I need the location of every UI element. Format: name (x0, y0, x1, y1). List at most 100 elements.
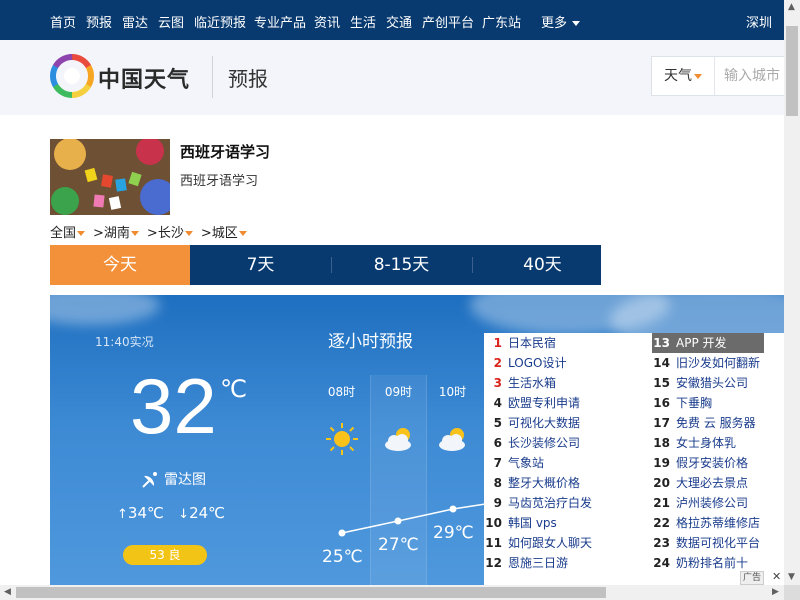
page-title: 预报 (228, 67, 268, 91)
ranked-link-item[interactable]: 5 可视化大数据 (484, 413, 644, 433)
ranked-link-item[interactable]: 13 APP 开发 (652, 333, 764, 353)
rank-number: 13 (653, 336, 670, 350)
ranked-link-item[interactable]: 10 韩国 vps (484, 513, 644, 533)
nav-item-traffic[interactable]: 交通 (386, 12, 412, 31)
ad-label: 广告 (740, 571, 765, 585)
rank-number: 7 (493, 456, 502, 470)
chevron-down-icon (184, 231, 193, 236)
ad-description[interactable]: 西班牙语学习 (180, 170, 258, 189)
temperature-point (394, 517, 402, 525)
vertical-scroll-thumb[interactable] (786, 26, 798, 116)
nav-item-life[interactable]: 生活 (350, 12, 376, 31)
scroll-right-arrow-icon[interactable]: ▶ (772, 588, 779, 597)
rank-link-text: 泸州装修公司 (676, 496, 749, 510)
logo-text[interactable]: 中国天气 (98, 62, 190, 94)
rank-link-text: 格拉苏蒂维修店 (676, 516, 761, 530)
rank-link-text: 假牙安装价格 (676, 456, 749, 470)
ad-thumbnail-image[interactable] (50, 139, 170, 215)
nav-item-radar[interactable]: 雷达 (122, 12, 148, 31)
nav-item-products[interactable]: 专业产品 (254, 12, 306, 31)
nav-item-guangdong[interactable]: 广东站 (482, 12, 521, 31)
breadcrumb-district[interactable]: >城区 (201, 222, 247, 241)
top-nav: 首页 预报 雷达 云图 临近预报 专业产品 资讯 生活 交通 产创平台 广东站 … (0, 0, 784, 40)
ranked-link-item[interactable]: 17 免费 云 服务器 (652, 413, 764, 433)
rank-link-text: 气象站 (508, 456, 545, 470)
header-divider (212, 56, 213, 98)
nav-item-platform[interactable]: 产创平台 (422, 12, 474, 31)
scroll-down-arrow-icon[interactable]: ▼ (788, 573, 795, 582)
ranked-link-item[interactable]: 15 安徽猎头公司 (652, 373, 764, 393)
hour-temperature: 29℃ (433, 523, 474, 543)
rank-link-text: 韩国 vps (508, 516, 557, 530)
ranked-link-item[interactable]: 21 泸州装修公司 (652, 493, 764, 513)
breadcrumb-province[interactable]: >湖南 (93, 222, 139, 241)
ranked-link-item[interactable]: 2 LOGO设计 (484, 353, 644, 373)
breadcrumb-city[interactable]: >长沙 (147, 222, 193, 241)
scroll-up-arrow-icon[interactable]: ▲ (788, 3, 795, 12)
rank-link-text: 下垂胸 (676, 396, 713, 410)
city-switcher[interactable]: 深圳 (746, 12, 772, 31)
ranked-link-item[interactable]: 14 旧沙发如何翻新 (652, 353, 764, 373)
scrollbar-corner (784, 585, 800, 600)
chevron-down-icon (77, 231, 86, 236)
nav-item-cloud[interactable]: 云图 (158, 12, 184, 31)
ranked-link-item[interactable]: 9 马齿苋治疗白发 (484, 493, 644, 513)
chevron-down-icon (694, 73, 702, 79)
tab-7-day[interactable]: 7天 (190, 245, 331, 285)
breadcrumb-country[interactable]: 全国 (50, 222, 86, 241)
ranked-link-item[interactable]: 8 整牙大概价格 (484, 473, 644, 493)
rank-link-text: 大理必去景点 (676, 476, 749, 490)
ranked-link-item[interactable]: 1 日本民宿 (484, 333, 644, 353)
site-header: 中国天气 预报 天气 (0, 40, 798, 115)
rank-link-text: 安徽猎头公司 (676, 376, 749, 390)
close-icon[interactable]: ✕ (772, 570, 781, 583)
chevron-down-icon (130, 231, 139, 236)
temperature-point (338, 529, 346, 537)
tab-today[interactable]: 今天 (50, 245, 190, 285)
ranked-link-item[interactable]: 20 大理必去景点 (652, 473, 764, 493)
ranked-link-item[interactable]: 18 女士身体乳 (652, 433, 764, 453)
breadcrumb: 全国 >湖南 >长沙 >城区 (50, 222, 255, 241)
nav-item-home[interactable]: 首页 (50, 12, 76, 31)
rank-number: 20 (653, 476, 670, 490)
ranked-link-item[interactable]: 12 恩施三日游 (484, 553, 644, 573)
nav-item-news[interactable]: 资讯 (314, 12, 340, 31)
ad-thumbnail-art (50, 139, 170, 215)
nav-item-nowcast[interactable]: 临近预报 (194, 12, 246, 31)
ranked-link-item[interactable]: 16 下垂胸 (652, 393, 764, 413)
ranked-link-item[interactable]: 3 生活水箱 (484, 373, 644, 393)
rank-number: 10 (485, 516, 502, 530)
ranked-link-item[interactable]: 4 欧盟专利申请 (484, 393, 644, 413)
rank-link-text: 数据可视化平台 (676, 536, 761, 550)
scroll-left-arrow-icon[interactable]: ◀ (4, 588, 11, 597)
rank-link-text: APP 开发 (676, 336, 727, 350)
logo-icon[interactable] (50, 54, 94, 98)
breadcrumb-label: >城区 (200, 226, 238, 241)
rank-number: 11 (485, 536, 502, 550)
rank-number: 24 (653, 556, 670, 570)
rank-number: 9 (493, 496, 502, 510)
ranked-link-item[interactable]: 7 气象站 (484, 453, 644, 473)
tab-40-day[interactable]: 40天 (472, 245, 613, 285)
horizontal-scroll-thumb[interactable] (16, 587, 606, 598)
search-type-select[interactable]: 天气 (652, 57, 715, 95)
ranked-link-item[interactable]: 22 格拉苏蒂维修店 (652, 513, 764, 533)
ranked-link-item[interactable]: 24 奶粉排名前十 (652, 553, 764, 573)
rank-link-text: 恩施三日游 (508, 556, 569, 570)
nav-item-forecast[interactable]: 预报 (86, 12, 112, 31)
rank-link-text: 整牙大概价格 (508, 476, 581, 490)
ranked-link-item[interactable]: 23 数据可视化平台 (652, 533, 764, 553)
rank-number: 5 (493, 416, 502, 430)
tab-8-15-day[interactable]: 8-15天 (331, 245, 472, 285)
nav-more-menu[interactable]: 更多 (541, 12, 581, 31)
search-type-label: 天气 (664, 68, 692, 84)
rank-number: 4 (493, 396, 502, 410)
ranked-link-item[interactable]: 19 假牙安装价格 (652, 453, 764, 473)
rank-number: 2 (493, 356, 502, 370)
rank-number: 8 (493, 476, 502, 490)
ad-title[interactable]: 西班牙语学习 (180, 141, 270, 162)
ranked-link-item[interactable]: 6 长沙装修公司 (484, 433, 644, 453)
rank-link-text: LOGO设计 (508, 356, 567, 370)
breadcrumb-label: >湖南 (93, 226, 130, 241)
ranked-link-item[interactable]: 11 如何跟女人聊天 (484, 533, 644, 553)
